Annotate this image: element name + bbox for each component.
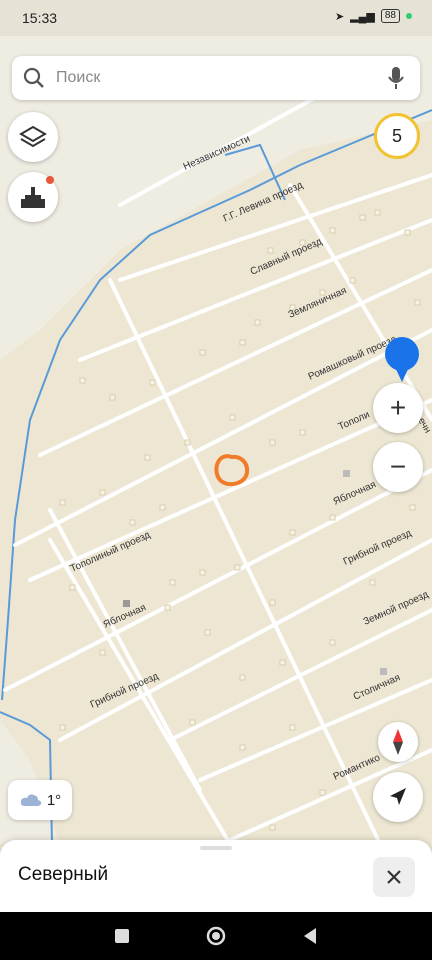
landmarks-button[interactable] [8, 172, 58, 222]
close-button[interactable] [373, 857, 415, 897]
status-bar: 15:33 ➤ ▂▄▆ 88 [0, 0, 432, 36]
my-location-button[interactable] [373, 772, 423, 822]
privacy-dot-icon [406, 13, 412, 19]
compass-icon [393, 729, 403, 755]
sheet-handle[interactable] [200, 846, 232, 850]
system-nav-bar [0, 912, 432, 960]
compass-button[interactable] [378, 722, 418, 762]
zoom-in-button[interactable]: + [373, 383, 423, 433]
location-icon: ➤ [334, 10, 345, 23]
recents-icon[interactable] [114, 928, 130, 944]
cloud-icon [20, 794, 42, 806]
status-time: 15:33 [22, 10, 58, 26]
zoom-in-label: + [389, 392, 407, 423]
navigation-arrow-icon [390, 788, 406, 805]
weather-widget[interactable]: 1° [8, 780, 72, 820]
search-bar[interactable]: Поиск [12, 56, 420, 100]
church-icon [21, 187, 45, 208]
layers-button[interactable] [8, 112, 58, 162]
notification-dot-icon [46, 176, 54, 184]
map-canvas[interactable]: Независимости Г.Г. Левина проезд Славный… [0, 36, 432, 844]
place-sheet[interactable]: Северный [0, 840, 432, 912]
cluster-badge[interactable]: 5 [374, 113, 420, 159]
battery-icon: 88 [380, 9, 400, 23]
microphone-icon[interactable] [386, 65, 406, 91]
weather-temp: 1° [46, 791, 62, 809]
status-icons: ➤ ▂▄▆ 88 [335, 9, 412, 23]
signal-icon: ▂▄▆ [350, 10, 375, 23]
search-input[interactable]: Поиск [56, 69, 386, 87]
home-icon[interactable] [205, 925, 227, 947]
back-icon[interactable] [302, 927, 318, 945]
search-icon [23, 67, 44, 88]
place-title: Северный [18, 864, 109, 885]
zoom-out-label: − [389, 451, 407, 482]
layers-icon [19, 125, 47, 148]
zoom-out-button[interactable]: − [373, 442, 423, 492]
close-icon [387, 870, 401, 884]
